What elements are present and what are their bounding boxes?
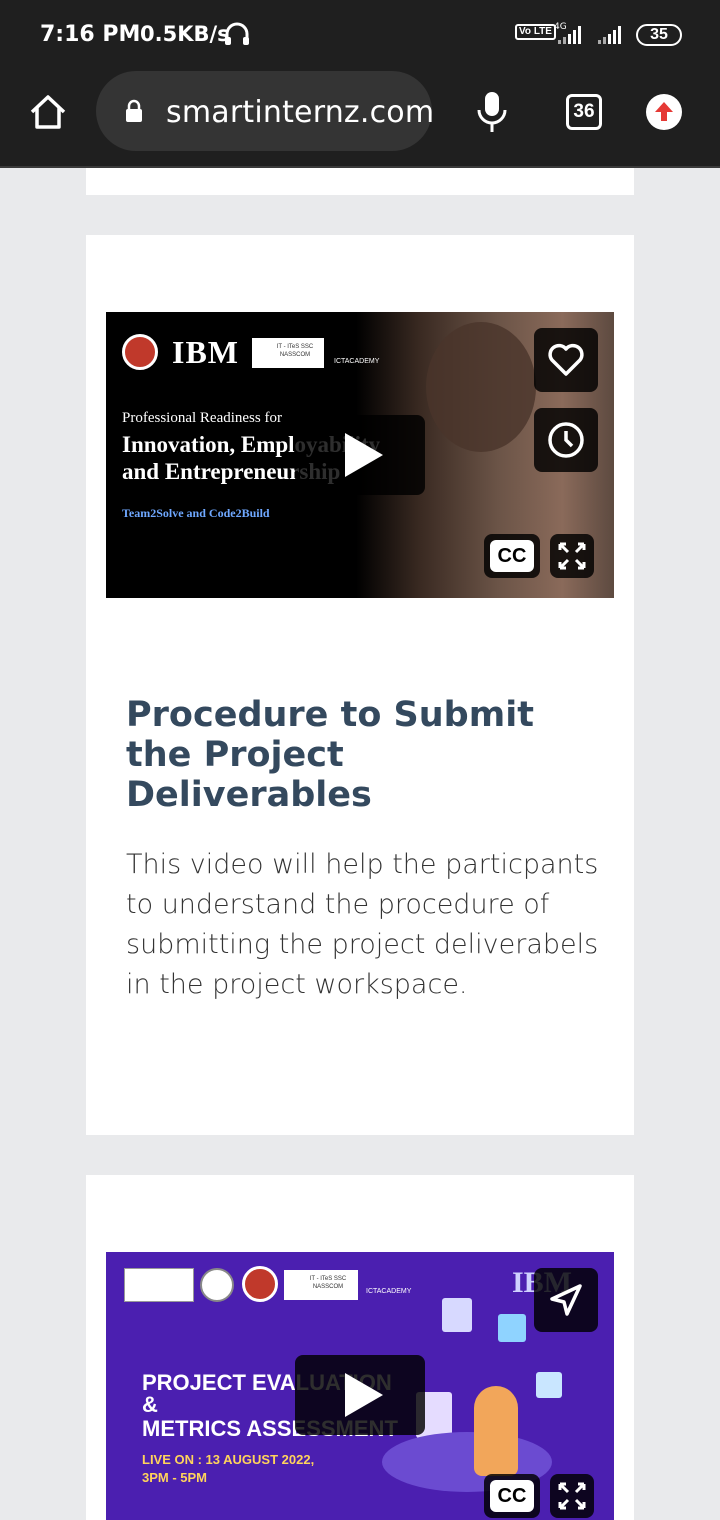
- send-icon: [550, 1284, 582, 1316]
- illustration-panel-3: [536, 1372, 562, 1398]
- university-logo: [122, 334, 158, 370]
- browser-toolbar: smartinternz.com 36: [0, 70, 720, 168]
- fullscreen-icon: [558, 542, 586, 570]
- play-icon: [345, 433, 383, 477]
- tab-switcher-button[interactable]: 36: [566, 94, 602, 130]
- play-button-2[interactable]: [295, 1355, 425, 1435]
- ict-academy-logo: ICTACADEMY: [334, 358, 380, 365]
- signal-icon: 4G: [554, 22, 621, 44]
- headphones-icon: [225, 22, 249, 45]
- update-button[interactable]: [646, 94, 682, 130]
- ict-academy-logo-2: ICTACADEMY: [366, 1288, 412, 1295]
- status-bar: 7:16 PM 0.5KB/s Vo LTE 4G 35: [0, 0, 720, 70]
- video-player[interactable]: IBM IT - ITeS SSC NASSCOM ICTACADEMY Pro…: [106, 312, 614, 598]
- live-time: 3PM - 5PM: [142, 1470, 208, 1485]
- headline-line2: &: [142, 1392, 158, 1417]
- nasscom-logo-text: IT - ITeS SSC NASSCOM: [276, 344, 314, 358]
- nasscom-logo-2-text: IT - ITeS SSC NASSCOM: [309, 1276, 347, 1290]
- up-arrow-icon: [655, 102, 673, 121]
- nasscom-logo: IT - ITeS SSC NASSCOM: [252, 338, 324, 368]
- net-type-label: 4G: [554, 22, 567, 32]
- video-card: IBM IT - ITeS SSC NASSCOM ICTACADEMY Pro…: [86, 235, 634, 1135]
- play-icon: [345, 1373, 383, 1417]
- clock-icon: [548, 422, 584, 458]
- address-bar[interactable]: smartinternz.com: [96, 71, 435, 151]
- lock-icon: [126, 99, 142, 122]
- microphone-icon[interactable]: [476, 90, 508, 134]
- illustration-panel-2: [498, 1314, 526, 1342]
- heart-icon: [548, 343, 584, 376]
- play-button[interactable]: [295, 415, 425, 495]
- battery-icon: 35: [636, 24, 682, 46]
- status-time: 7:16 PM: [40, 22, 141, 47]
- illustration-panel-1: [442, 1298, 472, 1332]
- university-logo-2: [242, 1266, 278, 1302]
- fullscreen-button-2[interactable]: [550, 1474, 594, 1518]
- partner-logo: [200, 1268, 234, 1302]
- video-card-2: IT - ITeS SSC NASSCOM ICTACADEMY IBM PRO…: [86, 1175, 634, 1520]
- captions-button-2[interactable]: CC: [484, 1474, 540, 1518]
- fullscreen-icon: [558, 1482, 586, 1510]
- url-text: smartinternz.com: [166, 95, 435, 130]
- fullscreen-button[interactable]: [550, 534, 594, 578]
- illustration-person: [474, 1386, 518, 1476]
- home-icon[interactable]: [28, 92, 68, 132]
- video-title: Procedure to Submit the Project Delivera…: [126, 695, 534, 815]
- video-thumbnail-person: [426, 322, 536, 452]
- live-date: LIVE ON : 13 AUGUST 2022,: [142, 1452, 315, 1467]
- video-description: This video will help the particpants to …: [126, 849, 599, 1000]
- captions-button[interactable]: CC: [484, 534, 540, 578]
- watch-later-button[interactable]: [534, 408, 598, 472]
- cc-label-2: CC: [490, 1480, 534, 1512]
- video-text-line1: Professional Readiness for: [122, 410, 282, 426]
- naan-mudhalvan-logo: [124, 1268, 194, 1302]
- video-player-2[interactable]: IT - ITeS SSC NASSCOM ICTACADEMY IBM PRO…: [106, 1252, 614, 1520]
- share-button[interactable]: [534, 1268, 598, 1332]
- like-button[interactable]: [534, 328, 598, 392]
- previous-card: [86, 168, 634, 195]
- cc-label: CC: [490, 540, 534, 572]
- nasscom-logo-2: IT - ITeS SSC NASSCOM: [284, 1270, 358, 1300]
- ibm-logo: IBM: [172, 334, 239, 370]
- network-speed: 0.5KB/s: [140, 22, 230, 46]
- volte-icon: Vo LTE: [515, 24, 556, 40]
- video-text-line4: Team2Solve and Code2Build: [122, 506, 270, 520]
